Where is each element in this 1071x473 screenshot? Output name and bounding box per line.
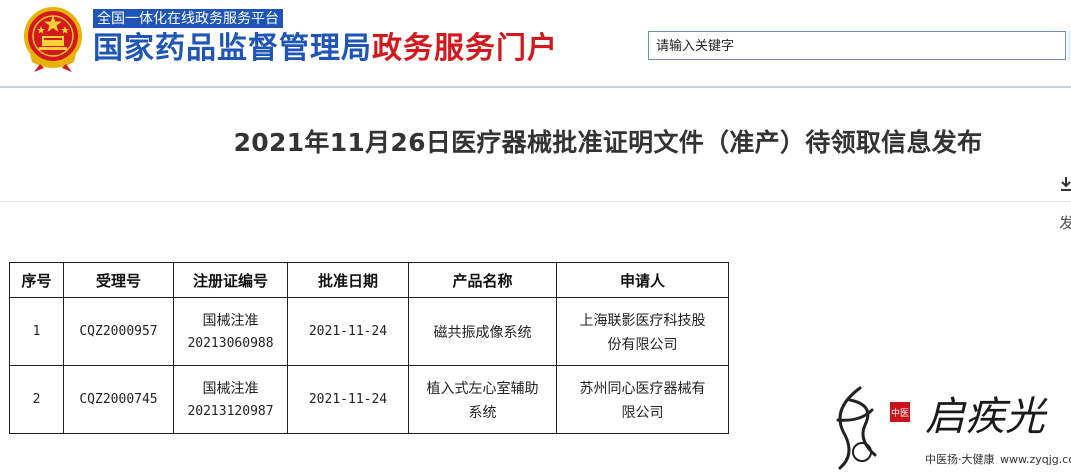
watermark-seal: 中医 (891, 407, 909, 419)
site-header: 全国一体化在线政务服务平台 国家药品监督管理局政务服务门户 (0, 0, 1071, 86)
watermark-name: 启疾光 (925, 394, 1048, 440)
site-title-main: 国家药品监督管理局 (93, 32, 372, 65)
cell-index: 1 (9, 297, 64, 366)
table-row: 1 CQZ2000957 国械注准 20213060988 2021-11-24… (9, 297, 729, 366)
watermark-url: www.zyqjg.com (1000, 453, 1071, 466)
watermark-slogan: 中医扬·大健康 (925, 452, 995, 466)
cell-cert-no: 国械注准 20213060988 (173, 297, 288, 366)
applicant-line: 苏州同心医疗器械有 (579, 379, 706, 396)
column-header-cert-no: 注册证编号 (173, 262, 288, 298)
column-header-applicant: 申请人 (556, 262, 729, 298)
table-header-row: 序号 受理号 注册证编号 批准日期 产品名称 申请人 (9, 262, 729, 298)
cell-date: 2021-11-24 (287, 297, 409, 366)
site-title-sub: 政务服务门户 (372, 32, 558, 65)
cell-product: 植入式左心室辅助 系统 (408, 365, 557, 434)
product-line: 磁共振成像系统 (433, 323, 532, 340)
cell-accept-no: CQZ2000745 (63, 365, 174, 434)
cert-number: 20213060988 (187, 335, 274, 351)
side-action-text[interactable]: 发 (1059, 212, 1071, 233)
applicant-line: 上海联影医疗科技股 (579, 311, 706, 328)
site-title[interactable]: 国家药品监督管理局政务服务门户 (93, 31, 558, 67)
cert-number: 20213120987 (187, 403, 274, 419)
column-header-accept-no: 受理号 (63, 262, 174, 298)
table-row: 2 CQZ2000745 国械注准 20213120987 2021-11-24… (9, 365, 729, 434)
watermark-logo: 中医 启疾光 中医扬·大健康 www.zyqjg.com (836, 386, 1071, 470)
cell-applicant: 上海联影医疗科技股 份有限公司 (556, 297, 729, 366)
cert-prefix: 国械注准 (202, 379, 259, 396)
column-header-product: 产品名称 (408, 262, 557, 298)
article-title: 2021年11月26日医疗器械批准证明文件（准产）待领取信息发布 (233, 128, 983, 157)
cert-prefix: 国械注准 (202, 311, 259, 328)
cell-product: 磁共振成像系统 (408, 297, 557, 366)
header-divider (0, 86, 1071, 88)
platform-tagline: 全国一体化在线政务服务平台 (93, 9, 283, 28)
column-header-index: 序号 (9, 262, 64, 298)
cell-applicant: 苏州同心医疗器械有 限公司 (556, 365, 729, 434)
cell-cert-no: 国械注准 20213120987 (173, 365, 288, 434)
cell-date: 2021-11-24 (287, 365, 409, 434)
applicant-line: 份有限公司 (607, 335, 678, 352)
cell-accept-no: CQZ2000957 (63, 297, 174, 366)
applicant-line: 限公司 (621, 403, 664, 420)
title-divider (0, 201, 1071, 202)
search-input[interactable] (648, 31, 1066, 60)
product-line: 植入式左心室辅助 (426, 379, 539, 396)
column-header-date: 批准日期 (287, 262, 409, 298)
national-emblem-icon[interactable] (22, 6, 84, 74)
product-line: 系统 (468, 403, 497, 420)
info-table: 序号 受理号 注册证编号 批准日期 产品名称 申请人 1 CQZ2000957 … (9, 262, 729, 434)
cell-index: 2 (9, 365, 64, 434)
download-icon[interactable] (1060, 176, 1071, 197)
